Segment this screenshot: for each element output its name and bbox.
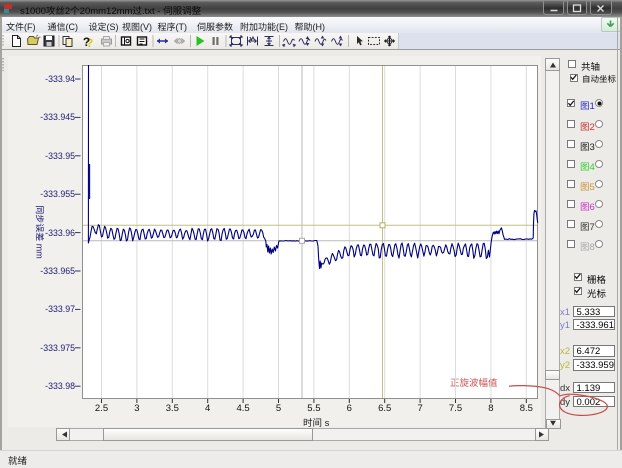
svg-text:?: ? — [83, 35, 90, 49]
